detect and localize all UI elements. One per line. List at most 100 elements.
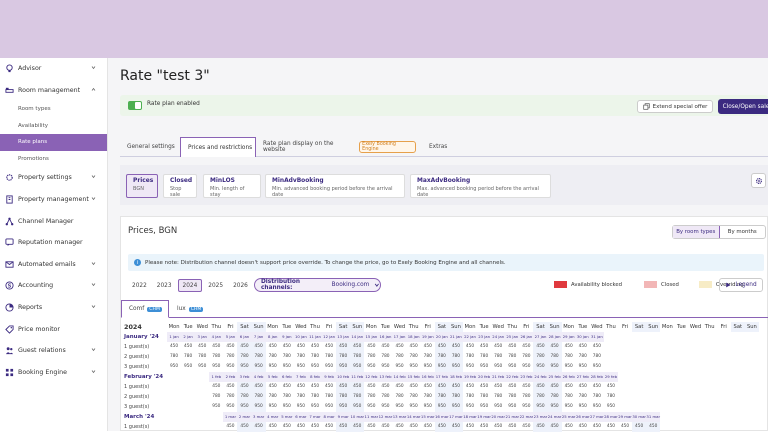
price-cell[interactable]: 950 [477,402,491,412]
price-cell[interactable]: 950 [434,362,449,372]
price-cell[interactable]: 950 [378,402,392,412]
price-cell[interactable]: 780 [407,352,421,362]
price-cell[interactable]: 950 [336,362,351,372]
price-cell[interactable]: 780 [223,392,237,402]
price-cell[interactable]: 780 [463,392,477,402]
price-cell[interactable]: 450 [463,342,477,352]
price-cell[interactable]: 450 [364,382,378,392]
price-cell[interactable]: 780 [181,352,195,362]
price-cell[interactable]: 950 [519,362,533,372]
price-cell[interactable]: 780 [308,352,322,362]
price-cell[interactable]: 450 [477,342,491,352]
price-cell[interactable]: 780 [477,352,491,362]
price-cell[interactable]: 950 [223,402,237,412]
price-cell[interactable]: 780 [336,352,351,362]
price-cell[interactable]: 450 [336,342,351,352]
extend-special-offer-button[interactable]: Extend special offer [637,100,713,113]
price-cell[interactable]: 450 [251,382,266,392]
price-cell[interactable]: 780 [590,352,604,362]
price-cell[interactable]: 450 [350,342,365,352]
price-cell[interactable]: 450 [407,382,421,392]
price-cell[interactable]: 780 [477,392,491,402]
rate-enabled-toggle[interactable] [128,101,142,110]
price-cell[interactable]: 450 [266,382,280,392]
price-cell[interactable]: 780 [519,352,533,362]
price-cell[interactable]: 450 [519,382,533,392]
restriction-maxadvbooking[interactable]: MaxAdvBooking Max. advanced booking perio… [410,174,551,198]
sidebar-item-reports[interactable]: Reports [0,297,107,319]
price-cell[interactable]: 950 [491,362,505,372]
sidebar-item-channel-manager[interactable]: Channel Manager [0,210,107,232]
price-cell[interactable]: 950 [434,402,449,412]
price-cell[interactable]: 450 [280,342,294,352]
price-cell[interactable]: 950 [322,362,336,372]
price-cell[interactable]: 950 [533,362,548,372]
price-cell[interactable]: 450 [407,342,421,352]
price-cell[interactable]: 780 [322,352,336,362]
price-cell[interactable]: 950 [448,402,463,412]
price-cell[interactable]: 950 [350,362,365,372]
sidebar-item-booking-engine[interactable]: Booking Engine [0,362,107,384]
price-cell[interactable]: 780 [434,392,449,402]
price-cell[interactable]: 950 [266,402,280,412]
price-cell[interactable]: 950 [505,402,519,412]
price-cell[interactable]: 950 [393,402,407,412]
sidebar-item-automated-emails[interactable]: Automated emails [0,254,107,276]
price-cell[interactable]: 950 [350,402,365,412]
tab-extras[interactable]: Extras [422,137,462,157]
price-cell[interactable]: 950 [393,362,407,372]
price-cell[interactable]: 450 [209,342,223,352]
price-cell[interactable]: 450 [350,382,365,392]
sidebar-item-property-management[interactable]: Property management [0,189,107,211]
price-cell[interactable]: 780 [336,392,351,402]
price-cell[interactable]: 950 [223,362,237,372]
price-cell[interactable]: 450 [322,382,336,392]
price-cell[interactable]: 950 [181,362,195,372]
price-cell[interactable]: 950 [562,402,576,412]
sidebar-item-guest-relations[interactable]: Guest relations [0,340,107,362]
price-cell[interactable]: 450 [223,382,237,392]
price-cell[interactable]: 950 [448,362,463,372]
price-cell[interactable]: 780 [533,352,548,362]
tab-general-settings[interactable]: General settings [120,137,176,157]
sidebar-subitem-rate-plans[interactable]: Rate plans [0,134,107,151]
price-cell[interactable]: 950 [463,362,477,372]
sidebar-item-price-monitor[interactable]: Price monitor [0,318,107,340]
price-cell[interactable]: 780 [421,392,435,402]
price-cell[interactable]: 950 [251,362,266,372]
price-cell[interactable]: 780 [491,352,505,362]
price-cell[interactable]: 450 [491,342,505,352]
by-months-button[interactable]: By months [720,226,766,238]
price-cell[interactable]: 780 [547,352,562,362]
price-cell[interactable]: 450 [294,342,308,352]
price-cell[interactable]: 950 [237,402,252,412]
price-cell[interactable]: 780 [378,352,392,362]
price-cell[interactable]: 450 [393,382,407,392]
price-cell[interactable]: 950 [547,402,562,412]
price-cell[interactable]: 950 [209,362,223,372]
price-cell[interactable]: 450 [505,382,519,392]
price-cell[interactable]: 780 [294,352,308,362]
price-cell[interactable]: 950 [533,402,548,412]
price-cell[interactable]: 780 [223,352,237,362]
price-cell[interactable]: 780 [350,352,365,362]
price-cell[interactable]: 780 [237,392,252,402]
price-cell[interactable]: 450 [223,342,237,352]
price-cell[interactable]: 450 [167,342,181,352]
price-cell[interactable]: 950 [209,402,223,412]
price-cell[interactable]: 950 [280,362,294,372]
sidebar-item-room-management[interactable]: Room management [0,80,107,102]
restriction-closed[interactable]: Closed Stop sale [163,174,197,198]
distribution-channel-dropdown[interactable]: Distribution channels: Booking.com [254,278,381,292]
settings-gear-button[interactable] [751,173,766,188]
restriction-minadvbooking[interactable]: MinAdvBooking Min. advanced booking perio… [265,174,405,198]
price-cell[interactable]: 780 [322,392,336,402]
price-cell[interactable]: 780 [266,392,280,402]
price-cell[interactable]: 450 [519,342,533,352]
price-cell[interactable]: 450 [294,382,308,392]
price-cell[interactable]: 780 [350,392,365,402]
price-cell[interactable]: 780 [533,392,548,402]
price-cell[interactable]: 780 [251,352,266,362]
price-cell[interactable]: 450 [547,342,562,352]
price-cell[interactable]: 780 [195,352,209,362]
